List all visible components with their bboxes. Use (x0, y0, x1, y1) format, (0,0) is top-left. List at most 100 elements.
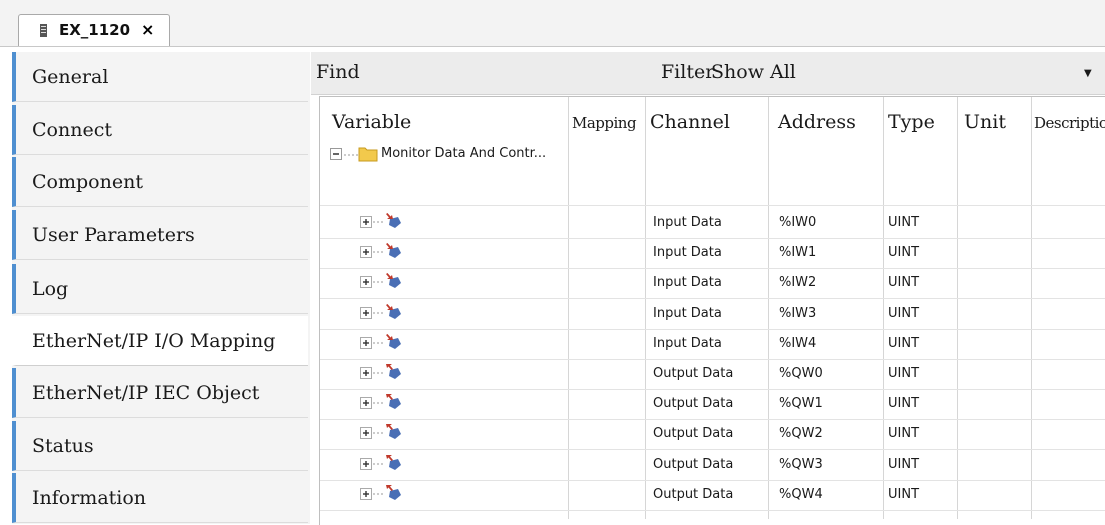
expand-icon[interactable] (360, 397, 372, 409)
input-channel-icon (386, 243, 401, 258)
address-cell: %IW2 (779, 275, 817, 290)
io-mapping-table: Variable Mapping Channel Address Type Un… (319, 96, 1105, 525)
tree-connector-icon (373, 312, 383, 314)
type-cell: UINT (888, 396, 920, 411)
io-mapping-panel: Find Filter Show All ▼ Variable Mapping … (311, 52, 1105, 525)
channel-cell: Input Data (653, 275, 722, 290)
sidebar-item-component[interactable]: Component (12, 157, 308, 207)
table-row[interactable]: Input Data %IW3 UINT (320, 299, 1105, 329)
tree-connector-icon (344, 154, 358, 156)
expand-icon[interactable] (360, 427, 372, 439)
type-cell: UINT (888, 215, 920, 230)
dropdown-arrow-icon[interactable]: ▼ (1084, 68, 1092, 79)
column-header-type[interactable]: Type (888, 111, 935, 133)
find-field[interactable]: Find (316, 61, 360, 83)
type-cell: UINT (888, 457, 920, 472)
type-cell: UINT (888, 275, 920, 290)
address-cell: %IW1 (779, 245, 817, 260)
table-row[interactable]: Input Data %IW2 UINT (320, 268, 1105, 298)
channel-cell: Output Data (653, 426, 734, 441)
expand-icon[interactable] (360, 307, 372, 319)
sidebar-item-label: User Parameters (32, 224, 195, 246)
column-header-address[interactable]: Address (778, 111, 856, 133)
table-row[interactable]: Input Data %IW0 UINT (320, 208, 1105, 238)
address-cell: %QW1 (779, 396, 823, 411)
output-channel-icon (386, 455, 401, 470)
table-row[interactable]: Output Data %QW2 UINT (320, 419, 1105, 449)
table-row[interactable]: Input Data %IW4 UINT (320, 329, 1105, 359)
table-row[interactable]: Output Data %QW4 UINT (320, 480, 1105, 510)
channel-cell: Output Data (653, 366, 734, 381)
column-header-channel[interactable]: Channel (650, 111, 730, 133)
folder-icon (358, 147, 378, 162)
filter-toolbar: Find Filter Show All ▼ (311, 52, 1105, 95)
input-channel-icon (386, 273, 401, 288)
output-channel-icon (386, 364, 401, 379)
column-header-mapping[interactable]: Mapping (572, 114, 637, 132)
column-header-unit[interactable]: Unit (964, 111, 1006, 133)
filter-select[interactable]: Show All (711, 61, 796, 83)
sidebar-item-status[interactable]: Status (12, 421, 308, 471)
sidebar-item-label: EtherNet/IP IEC Object (32, 382, 260, 404)
expand-icon[interactable] (360, 216, 372, 228)
type-cell: UINT (888, 245, 920, 260)
editor-sidebar: General Connect Component User Parameter… (12, 52, 310, 524)
sidebar-item-label: Status (32, 435, 94, 457)
sidebar-item-information[interactable]: Information (12, 473, 308, 523)
channel-cell: Input Data (653, 215, 722, 230)
address-cell: %IW4 (779, 336, 817, 351)
table-row[interactable]: Output Data %QW0 UINT (320, 359, 1105, 389)
channel-cell: Input Data (653, 306, 722, 321)
table-row[interactable]: Output Data %QW1 UINT (320, 389, 1105, 419)
close-tab-icon[interactable]: × (141, 20, 154, 39)
column-header-description[interactable]: Description (1034, 114, 1105, 132)
output-channel-icon (386, 394, 401, 409)
expand-icon[interactable] (360, 488, 372, 500)
type-cell: UINT (888, 426, 920, 441)
sidebar-item-log[interactable]: Log (12, 264, 308, 314)
document-tab[interactable]: EX_1120 × (18, 14, 170, 46)
output-channel-icon (386, 424, 401, 439)
sidebar-item-label: General (32, 66, 109, 88)
group-label: Monitor Data And Contr... (381, 146, 547, 161)
input-channel-icon (386, 304, 401, 319)
output-channel-icon (386, 485, 401, 500)
input-channel-icon (386, 213, 401, 228)
expand-icon[interactable] (360, 276, 372, 288)
type-cell: UINT (888, 366, 920, 381)
sidebar-item-label: Component (32, 171, 143, 193)
tree-connector-icon (373, 463, 383, 465)
expand-icon[interactable] (360, 367, 372, 379)
address-cell: %QW4 (779, 487, 823, 502)
tree-connector-icon (373, 493, 383, 495)
sidebar-item-user-parameters[interactable]: User Parameters (12, 210, 308, 260)
sidebar-item-label: Information (32, 487, 147, 509)
tree-connector-icon (373, 372, 383, 374)
tree-connector-icon (373, 432, 383, 434)
expand-icon[interactable] (360, 458, 372, 470)
address-cell: %IW3 (779, 306, 817, 321)
sidebar-item-ethernet-ip-iec-object[interactable]: EtherNet/IP IEC Object (12, 368, 308, 418)
expand-icon[interactable] (360, 337, 372, 349)
tree-connector-icon (373, 402, 383, 404)
document-tab-title: EX_1120 (59, 21, 131, 39)
sidebar-item-ethernet-ip-io-mapping[interactable]: EtherNet/IP I/O Mapping (12, 316, 308, 366)
channel-cell: Input Data (653, 336, 722, 351)
device-icon (40, 24, 47, 37)
address-cell: %QW2 (779, 426, 823, 441)
table-row[interactable]: Output Data %QW3 UINT (320, 450, 1105, 480)
expand-icon[interactable] (360, 246, 372, 258)
collapse-icon[interactable] (330, 148, 342, 160)
input-channel-icon (386, 334, 401, 349)
tree-connector-icon (373, 221, 383, 223)
column-header-variable[interactable]: Variable (332, 111, 411, 133)
type-cell: UINT (888, 336, 920, 351)
channel-cell: Output Data (653, 487, 734, 502)
sidebar-item-general[interactable]: General (12, 52, 308, 102)
tree-connector-icon (373, 342, 383, 344)
table-row[interactable]: Input Data %IW1 UINT (320, 238, 1105, 268)
sidebar-item-connect[interactable]: Connect (12, 105, 308, 155)
sidebar-item-label: EtherNet/IP I/O Mapping (32, 330, 276, 352)
sidebar-item-label: Log (32, 278, 69, 300)
tree-connector-icon (373, 251, 383, 253)
